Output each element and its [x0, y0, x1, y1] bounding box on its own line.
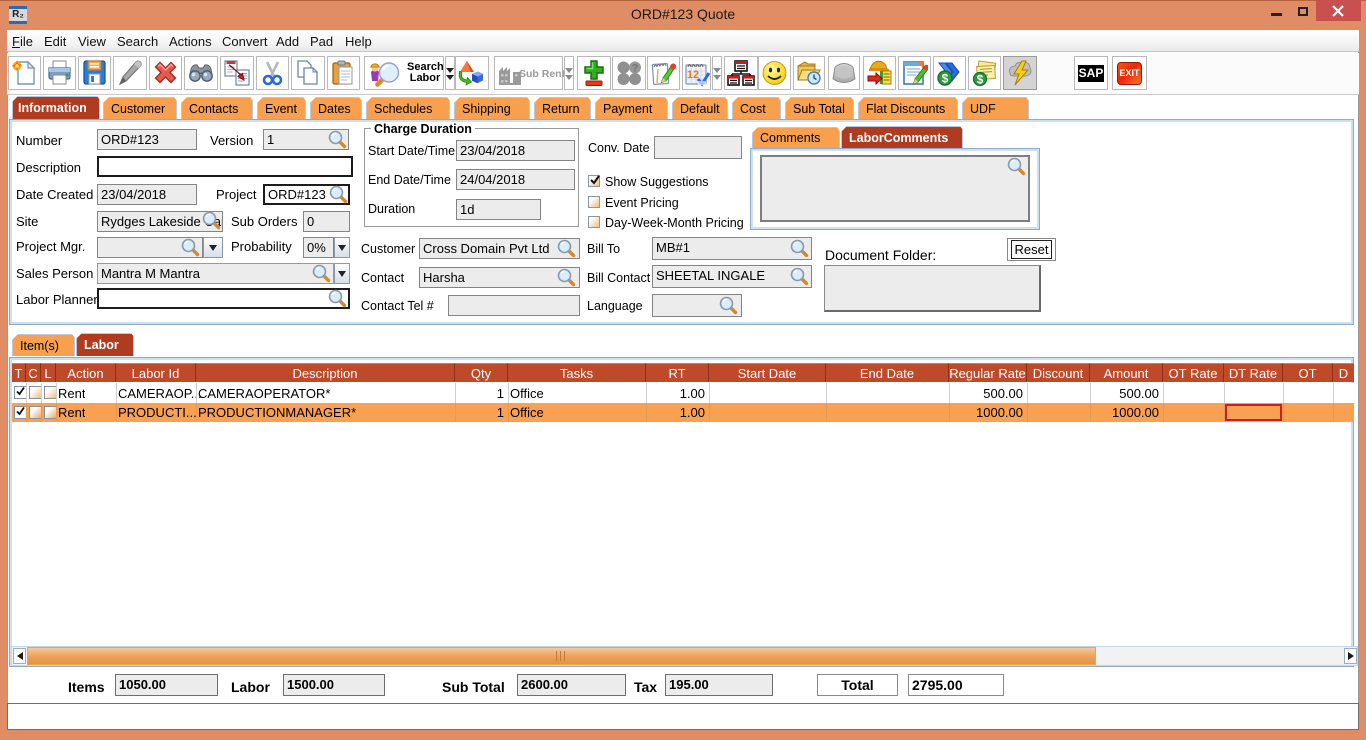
svg-text:$: $: [977, 73, 984, 87]
svg-text:$: $: [942, 72, 949, 86]
svg-text:?: ?: [632, 63, 639, 75]
svg-text:12: 12: [687, 69, 699, 81]
